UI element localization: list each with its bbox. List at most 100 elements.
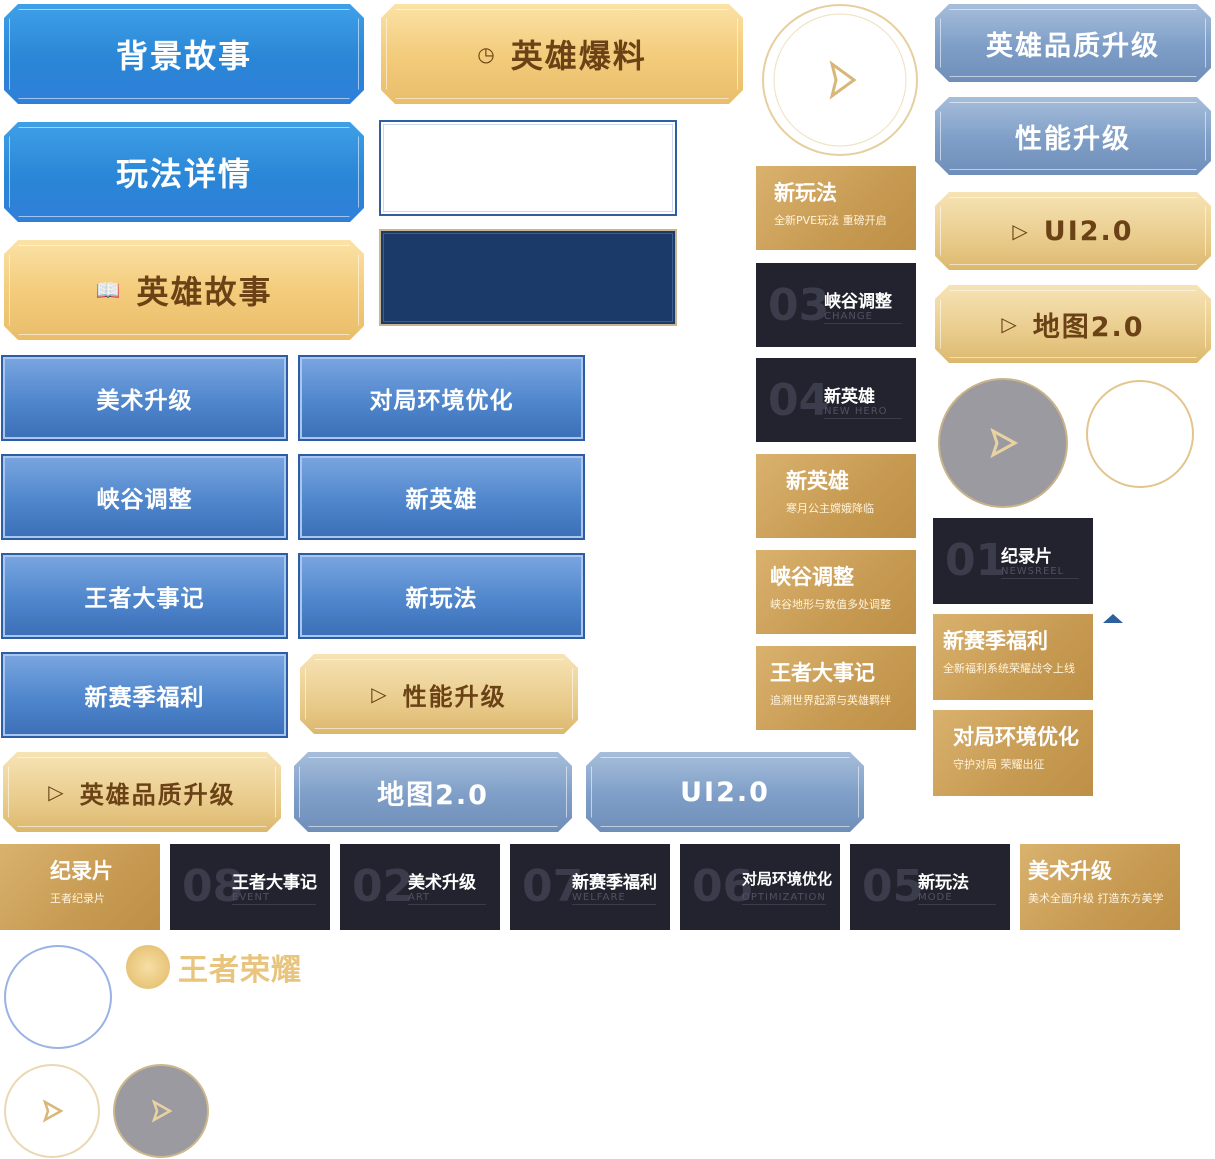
play-circle-small-button[interactable] (4, 1064, 100, 1158)
card-subtitle: ART (408, 892, 431, 903)
hero-story-label: 英雄故事 (136, 273, 273, 311)
card-title: 对局环境优化 (953, 725, 1079, 749)
play-circle-small-grey-button[interactable] (113, 1064, 209, 1158)
new-season-welfare-button[interactable]: 新赛季福利 (1, 652, 288, 738)
dark-card-event[interactable]: 08 王者大事记 EVENT (170, 844, 330, 930)
card-subtitle: 全新福利系统荣耀战令上线 (943, 662, 1075, 675)
performance-upgrade-button[interactable]: 性能升级 (935, 97, 1211, 175)
match-env-label: 对局环境优化 (369, 388, 514, 414)
play-icon (773, 13, 907, 147)
logo-emblem-icon (126, 945, 170, 989)
logo-text: 王者荣耀 (178, 953, 302, 988)
card-title: 美术升级 (1028, 859, 1112, 883)
dark-card-welfare[interactable]: 07 新赛季福利 WELFARE (510, 844, 670, 930)
card-subtitle: 追溯世界起源与英雄羁绊 (770, 694, 891, 707)
card-subtitle: 峡谷地形与数值多处调整 (770, 598, 891, 611)
card-title: 峡谷调整 (770, 565, 854, 589)
caret-up-icon (1103, 614, 1123, 623)
card-subtitle: WELFARE (572, 892, 626, 903)
dark-card-mode[interactable]: 05 新玩法 MODE (850, 844, 1010, 930)
gameplay-details-label: 玩法详情 (115, 155, 252, 193)
card-title: 新玩法 (918, 873, 969, 893)
card-title: 王者大事记 (232, 873, 317, 893)
divider (824, 418, 902, 419)
play-icon: ▷ (48, 780, 66, 804)
gold-card-newsreel[interactable]: 纪录片 王者纪录片 (0, 844, 160, 930)
hero-quality-upgrade-label: 英雄品质升级 (986, 30, 1160, 62)
new-hero-label: 新英雄 (405, 487, 478, 513)
background-story-button[interactable]: 背景故事 (4, 4, 364, 104)
dark-card-optimization[interactable]: 06 对局环境优化 OPTIMIZATION (680, 844, 840, 930)
card-subtitle: 守护对局 荣耀出征 (953, 758, 1045, 771)
new-gameplay-button[interactable]: 新玩法 (298, 553, 585, 639)
blank-white-frame (379, 120, 677, 216)
card-subtitle: CHANGE (824, 311, 873, 322)
hero-quality-upgrade-gold-button[interactable]: ▷ 英雄品质升级 (3, 752, 281, 832)
card-title: 王者大事记 (770, 661, 875, 685)
dark-card-art[interactable]: 02 美术升级 ART (340, 844, 500, 930)
divider (232, 904, 316, 905)
card-subtitle: EVENT (232, 892, 271, 903)
card-number: 01 (945, 535, 1007, 586)
dark-card-canyon[interactable]: 03 峡谷调整 CHANGE (756, 263, 916, 347)
card-title: 纪录片 (50, 859, 113, 883)
gold-card-new-hero[interactable]: 新英雄 寒月公主嫦娥降临 (756, 454, 916, 538)
gold-card-art[interactable]: 美术升级 美术全面升级 打造东方美学 (1020, 844, 1180, 930)
background-story-label: 背景故事 (115, 37, 252, 75)
play-icon (990, 427, 1019, 459)
ui2-steel-button[interactable]: UI2.0 (586, 752, 864, 832)
gold-card-king-events[interactable]: 王者大事记 追溯世界起源与英雄羁绊 (756, 646, 916, 730)
dark-card-newsreel[interactable]: 01 纪录片 NEWSREEL (933, 518, 1093, 604)
hero-news-label: 英雄爆料 (510, 37, 647, 75)
king-events-label: 王者大事记 (84, 586, 205, 612)
ui2-label: UI2.0 (1043, 215, 1134, 247)
gold-card-canyon[interactable]: 峡谷调整 峡谷地形与数值多处调整 (756, 550, 916, 634)
map2-button[interactable]: ▷ 地图2.0 (935, 285, 1211, 363)
gold-card-welfare[interactable]: 新赛季福利 全新福利系统荣耀战令上线 (933, 614, 1093, 700)
card-number: 04 (768, 375, 830, 426)
gameplay-details-button[interactable]: 玩法详情 (4, 122, 364, 222)
performance-upgrade-gold-label: 性能升级 (402, 682, 507, 711)
dark-card-new-hero[interactable]: 04 新英雄 NEW HERO (756, 358, 916, 442)
card-subtitle: 美术全面升级 打造东方美学 (1028, 892, 1164, 905)
hero-news-button[interactable]: ◷ 英雄爆料 (381, 4, 743, 104)
play-circle-grey-button[interactable] (938, 378, 1068, 508)
performance-upgrade-label: 性能升级 (1015, 123, 1131, 155)
canyon-adjust-button[interactable]: 峡谷调整 (1, 454, 288, 540)
book-icon: 📖 (95, 278, 123, 302)
clock-icon: ◷ (477, 42, 497, 66)
king-events-button[interactable]: 王者大事记 (1, 553, 288, 639)
gold-card-new-gameplay[interactable]: 新玩法 全新PVE玩法 重磅开启 (756, 166, 916, 250)
gold-card-match-env[interactable]: 对局环境优化 守护对局 荣耀出征 (933, 710, 1093, 796)
match-env-button[interactable]: 对局环境优化 (298, 355, 585, 441)
empty-blue-ring (4, 945, 112, 1049)
map2-steel-label: 地图2.0 (377, 779, 489, 811)
art-upgrade-button[interactable]: 美术升级 (1, 355, 288, 441)
card-subtitle: MODE (918, 892, 953, 903)
performance-upgrade-gold-button[interactable]: ▷ 性能升级 (300, 654, 578, 734)
card-title: 新英雄 (786, 469, 849, 493)
play-icon: ▷ (1001, 312, 1019, 336)
hero-story-button[interactable]: 📖 英雄故事 (4, 240, 364, 340)
play-circle-button[interactable] (762, 4, 918, 156)
map2-steel-button[interactable]: 地图2.0 (294, 752, 572, 832)
divider (824, 323, 902, 324)
card-title: 峡谷调整 (824, 292, 892, 312)
card-title: 纪录片 (1001, 547, 1052, 567)
hero-quality-upgrade-button[interactable]: 英雄品质升级 (935, 4, 1211, 82)
blank-navy-frame (379, 229, 677, 326)
card-title: 对局环境优化 (742, 870, 833, 888)
divider (1001, 578, 1079, 579)
card-title: 新英雄 (824, 387, 875, 407)
card-subtitle: OPTIMIZATION (742, 892, 826, 903)
card-title: 美术升级 (408, 873, 476, 893)
ui2-button[interactable]: ▷ UI2.0 (935, 192, 1211, 270)
new-hero-button[interactable]: 新英雄 (298, 454, 585, 540)
card-title: 新赛季福利 (943, 629, 1048, 653)
divider (918, 904, 996, 905)
logo: 王者荣耀 (126, 940, 326, 994)
art-upgrade-label: 美术升级 (96, 388, 193, 414)
card-number: 03 (768, 280, 830, 331)
divider (742, 904, 826, 905)
ui2-steel-label: UI2.0 (680, 776, 770, 808)
